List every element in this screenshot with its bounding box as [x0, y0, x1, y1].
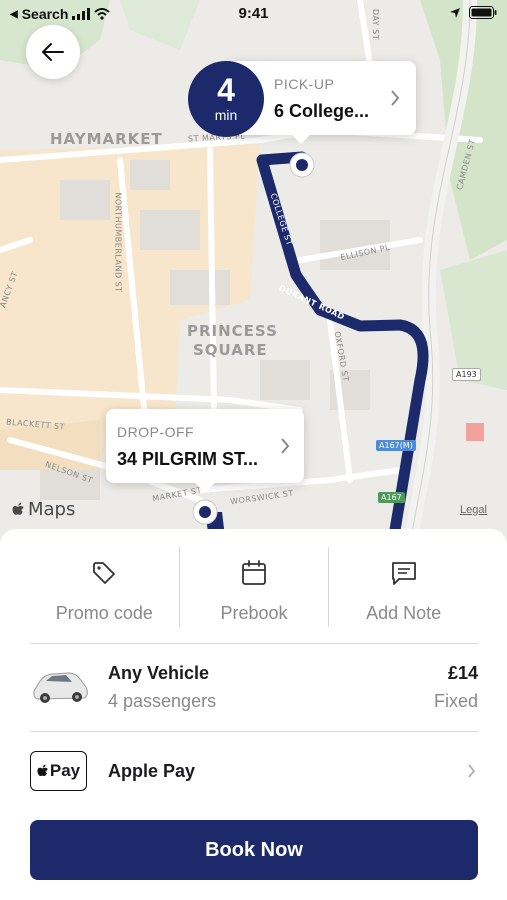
district-label: SQUARE [193, 341, 268, 359]
legal-link[interactable]: Legal [460, 504, 487, 516]
vehicle-option[interactable]: Any Vehicle 4 passengers £14 Fixed [30, 659, 478, 719]
eta-value: 4 [217, 72, 235, 108]
payment-method-row[interactable]: Pay Apple Pay [30, 751, 478, 791]
dropoff-address: 34 PILGRIM ST... [117, 449, 259, 469]
dropoff-caption: DROP-OFF [117, 424, 195, 440]
vehicle-price: £14 [447, 663, 478, 683]
status-time: 9:41 [238, 5, 269, 22]
chevron-right-icon [468, 764, 476, 778]
chevron-right-icon [281, 438, 290, 454]
prebook-button[interactable]: Prebook [178, 547, 329, 627]
divider [30, 643, 478, 644]
battery-icon [469, 6, 497, 19]
chevron-right-icon [391, 90, 400, 106]
eta-unit: min [214, 107, 238, 123]
dropoff-callout[interactable]: DROP-OFF 34 PILGRIM ST... [106, 409, 304, 493]
quick-actions: Promo code Prebook Add Note [30, 547, 478, 627]
apple-logo-icon [12, 502, 24, 515]
fare-type: Fixed [433, 691, 478, 711]
apple-pay-badge: Pay [30, 751, 87, 791]
vehicle-name: Any Vehicle [108, 663, 210, 683]
tag-icon [93, 562, 116, 584]
eta-badge: 4 min [188, 61, 264, 137]
arrow-left-icon [42, 43, 64, 61]
status-bar: ◀ Search 9:41 [0, 0, 507, 28]
car-icon [33, 672, 88, 703]
apple-pay-badge-text: Pay [49, 761, 81, 780]
payment-method-label: Apple Pay [108, 761, 196, 781]
add-note-button[interactable]: Add Note [328, 547, 478, 627]
road-shield: A193 [452, 368, 481, 381]
pickup-address: 6 College... [274, 101, 370, 121]
promo-code-button[interactable]: Promo code [30, 547, 179, 627]
book-now-button[interactable]: Book Now [30, 820, 478, 880]
prebook-label: Prebook [220, 603, 288, 623]
maps-logo-text: Maps [28, 499, 76, 520]
road-shield: A167(M) [376, 440, 416, 451]
location-arrow-icon [450, 7, 460, 18]
booking-sheet: Promo code Prebook Add Note Any Vehicle … [0, 529, 507, 900]
vehicle-passengers: 4 passengers [108, 691, 217, 711]
road-shield: A167 [378, 492, 405, 503]
street-label: NORTHUMBERLAND ST [113, 192, 123, 293]
divider [30, 731, 478, 732]
add-note-label: Add Note [366, 603, 442, 623]
back-button[interactable] [26, 25, 80, 79]
district-label: PRINCESS [187, 322, 278, 340]
pickup-caption: PICK-UP [274, 76, 335, 92]
map-view[interactable]: HAYMARKET PRINCESS SQUARE ST MARYS PL NO… [0, 0, 507, 545]
promo-code-label: Promo code [55, 603, 153, 623]
maps-attribution: Maps [12, 499, 75, 520]
apple-logo-icon [37, 764, 48, 776]
note-icon [391, 562, 416, 585]
calendar-icon [242, 560, 266, 585]
district-label: HAYMARKET [50, 130, 163, 148]
